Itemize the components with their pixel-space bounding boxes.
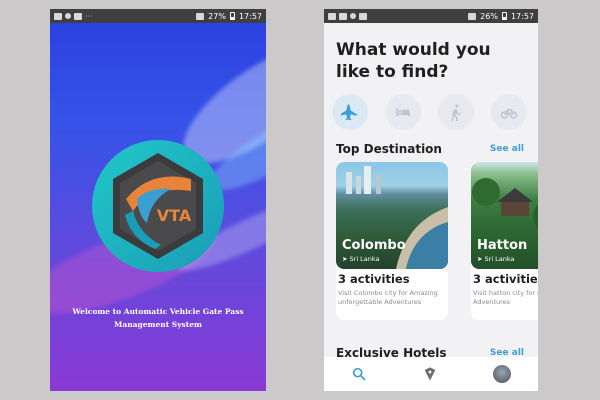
hiking-icon bbox=[451, 104, 461, 121]
whatsapp-icon bbox=[350, 13, 356, 19]
signal-icon bbox=[468, 12, 477, 20]
section-title: Top Destination bbox=[336, 142, 442, 156]
category-flights-button[interactable] bbox=[332, 94, 368, 130]
search-icon[interactable] bbox=[351, 366, 367, 382]
more-icon: ··· bbox=[85, 11, 93, 21]
title-line-2: like to find? bbox=[336, 62, 449, 82]
bicycle-icon bbox=[500, 109, 518, 119]
battery-icon bbox=[501, 12, 507, 20]
country-label: Sri Lanka bbox=[349, 255, 380, 263]
activities-count: 3 activities bbox=[473, 272, 538, 286]
bed-icon bbox=[396, 108, 410, 117]
destination-name: Colombo bbox=[342, 238, 406, 253]
bottom-navigation bbox=[324, 357, 538, 391]
app-home-screen: 26% 17:57 What would you like to find? T… bbox=[324, 9, 538, 391]
destination-image: Hatton ➤ Sri Lanka bbox=[471, 162, 538, 269]
whatsapp-icon bbox=[65, 13, 71, 19]
welcome-message: Welcome to Automatic Vehicle Gate Pass M… bbox=[60, 305, 256, 331]
battery-icon bbox=[229, 12, 235, 20]
notification-icon bbox=[359, 12, 367, 20]
logo-text: VTA bbox=[157, 206, 192, 225]
destination-image: Colombo ➤ Sri Lanka bbox=[336, 162, 448, 269]
status-bar: ··· 27% 17:57 bbox=[50, 9, 266, 23]
notification-icon bbox=[74, 12, 82, 20]
status-bar: 26% 17:57 bbox=[324, 9, 538, 23]
signal-icon bbox=[196, 12, 205, 20]
battery-percent: 26% bbox=[480, 11, 498, 21]
battery-percent: 27% bbox=[208, 11, 226, 21]
see-all-link[interactable]: See all bbox=[490, 144, 524, 154]
category-hotels-button[interactable] bbox=[385, 94, 421, 130]
category-row bbox=[332, 94, 527, 130]
destination-country: ➤ Sri Lanka bbox=[477, 255, 515, 263]
gallery-icon bbox=[339, 12, 347, 20]
airplane-icon bbox=[341, 104, 357, 121]
title-line-1: What would you bbox=[336, 40, 491, 60]
top-destination-header: Top Destination See all bbox=[336, 142, 538, 156]
youtube-icon bbox=[328, 12, 336, 20]
welcome-line-2: Management System bbox=[114, 320, 202, 329]
category-activities-button[interactable] bbox=[438, 94, 474, 130]
explore-icon[interactable] bbox=[422, 366, 438, 382]
destination-name: Hatton bbox=[477, 238, 528, 253]
splash-screen: ··· 27% 17:57 VTA Welcome to Automatic V… bbox=[50, 9, 266, 391]
destination-card-hatton[interactable]: Hatton ➤ Sri Lanka 3 activities Visit ha… bbox=[471, 162, 538, 320]
country-label: Sri Lanka bbox=[484, 255, 515, 263]
page-title: What would you like to find? bbox=[336, 39, 491, 83]
vta-logo: VTA bbox=[92, 140, 224, 272]
destination-description: Visit Colombo city for Amazing unforgett… bbox=[338, 289, 438, 306]
activities-count: 3 activities bbox=[338, 272, 410, 286]
clock: 17:57 bbox=[238, 11, 262, 21]
clock: 17:57 bbox=[510, 11, 534, 21]
gallery-icon bbox=[54, 12, 62, 20]
avatar[interactable] bbox=[492, 365, 511, 383]
category-cycling-button[interactable] bbox=[491, 94, 527, 130]
destination-card-colombo[interactable]: Colombo ➤ Sri Lanka 3 activities Visit C… bbox=[336, 162, 448, 320]
destination-country: ➤ Sri Lanka bbox=[342, 255, 380, 263]
welcome-line-1: Welcome to Automatic Vehicle Gate Pass bbox=[72, 307, 244, 316]
destination-description: Visit hatton city for unforgettable Adve… bbox=[473, 289, 538, 306]
